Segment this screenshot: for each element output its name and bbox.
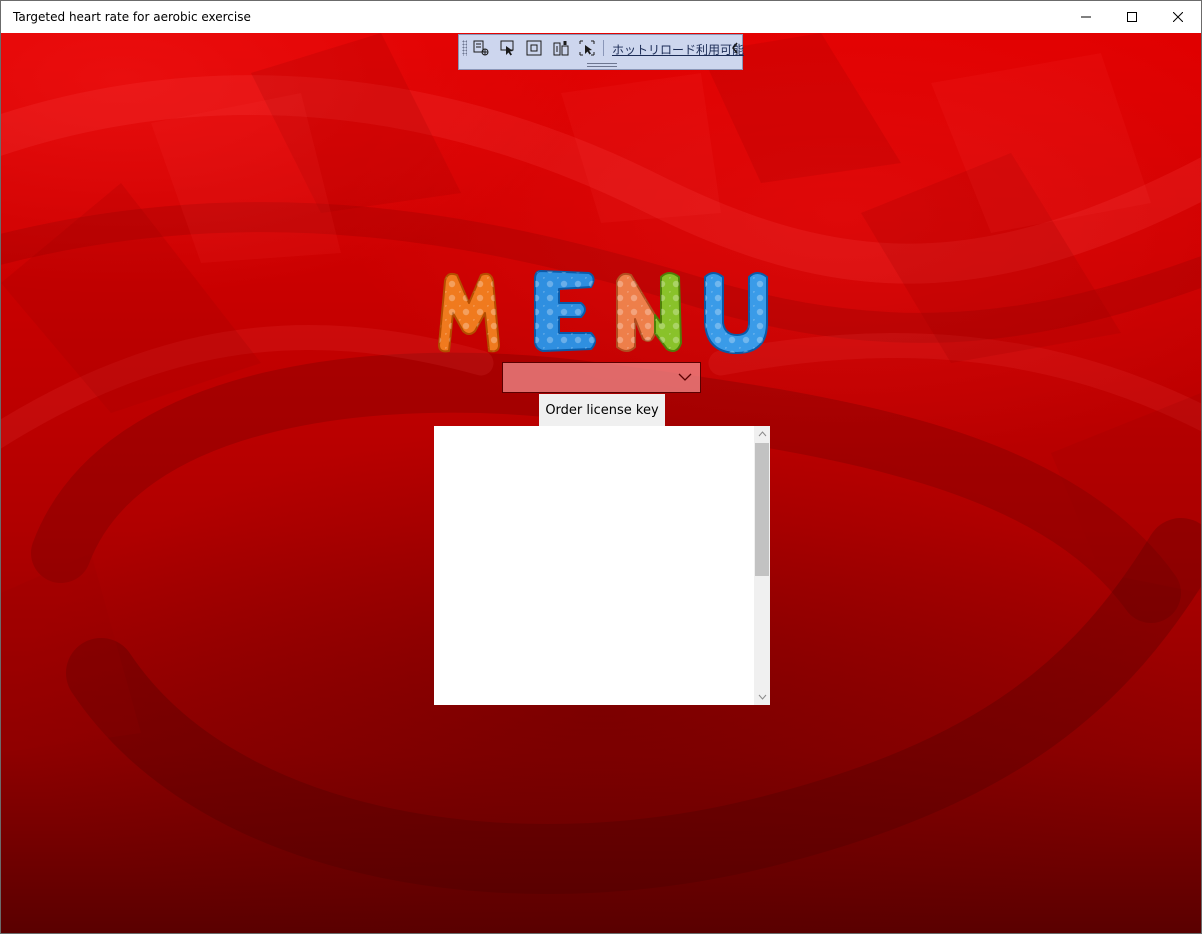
track-focus-icon[interactable] [551, 39, 571, 57]
list-scrollbar[interactable] [754, 426, 770, 705]
title-bar[interactable]: Targeted heart rate for aerobic exercise [1, 1, 1201, 33]
close-icon [1173, 12, 1183, 22]
maximize-button[interactable] [1109, 1, 1155, 33]
close-button[interactable] [1155, 1, 1201, 33]
menu-title-image [438, 270, 768, 354]
chevron-down-small-icon [758, 694, 766, 700]
minimize-icon [1081, 16, 1091, 18]
display-layout-adorners-icon[interactable] [524, 39, 544, 57]
app-window: Targeted heart rate for aerobic exercise [0, 0, 1202, 934]
order-license-key-button[interactable]: Order license key [539, 394, 665, 426]
menu-dropdown[interactable] [502, 362, 701, 393]
maximize-icon [1127, 12, 1137, 22]
chevron-down-icon [678, 373, 692, 381]
scroll-up-button[interactable] [754, 426, 770, 442]
client-area: ホットリロード利用可能 Order license key [1, 33, 1201, 933]
hot-reload-status-link[interactable]: ホットリロード利用可能 [612, 41, 744, 58]
scroll-down-button[interactable] [754, 689, 770, 705]
toolbar-drag-handle[interactable] [587, 63, 617, 67]
chevron-up-icon [758, 431, 766, 437]
select-element-icon[interactable] [498, 39, 518, 57]
menu-list[interactable] [434, 426, 770, 705]
binding-failures-icon[interactable] [577, 39, 597, 57]
collapse-chevron-icon[interactable] [730, 41, 740, 55]
toolbar-separator [603, 40, 604, 56]
toolbar-grip-icon[interactable] [462, 40, 467, 56]
window-title: Targeted heart rate for aerobic exercise [13, 10, 251, 24]
scroll-thumb[interactable] [755, 443, 769, 576]
minimize-button[interactable] [1063, 1, 1109, 33]
xaml-debug-toolbar: ホットリロード利用可能 [458, 34, 744, 70]
live-visual-tree-icon[interactable] [471, 39, 491, 57]
